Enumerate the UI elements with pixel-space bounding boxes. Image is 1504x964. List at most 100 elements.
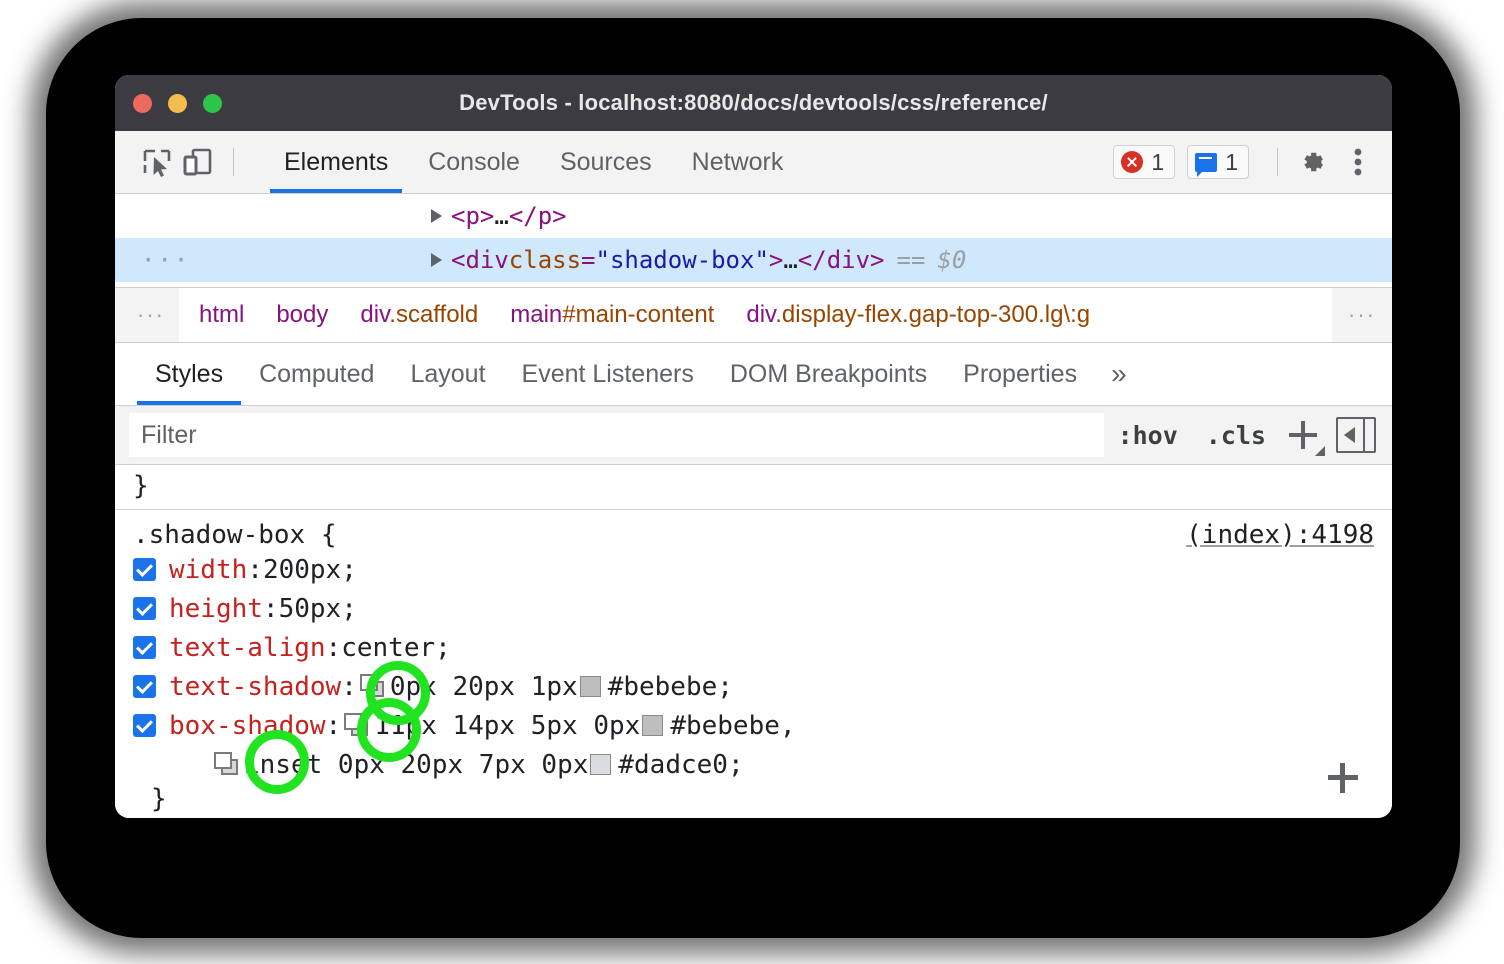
title-bar: DevTools - localhost:8080/docs/devtools/… [115,75,1392,131]
breadcrumb-item-body[interactable]: body [260,301,344,329]
color-swatch[interactable] [580,676,601,697]
breadcrumb-tag: body [276,301,328,328]
dom-open-suffix: > [769,238,783,282]
css-property-name[interactable]: text-align [169,633,326,663]
breadcrumb-leading-dots[interactable]: ··· [115,302,179,328]
device-toolbar-icon[interactable] [177,142,217,182]
css-property-value-prefix[interactable]: 0px 20px 1px [390,672,578,702]
filter-input[interactable] [129,413,1104,457]
declaration-enabled-checkbox[interactable] [133,675,156,698]
inspect-element-icon[interactable] [137,142,177,182]
css-declaration-width: width: 200px; [133,550,1392,589]
shadow-editor-icon[interactable] [360,674,387,699]
css-colon: : [326,711,342,741]
css-property-value[interactable]: center; [341,633,451,663]
declaration-enabled-checkbox[interactable] [133,558,156,581]
css-colon: : [263,594,279,624]
breadcrumb-item-main-content[interactable]: main#main-content [494,301,730,329]
css-property-value-prefix[interactable]: inset 0px 20px 7px 0px [244,750,588,780]
breadcrumb-item-div-scaffold[interactable]: div.scaffold [344,301,494,329]
toggle-sidebar-button[interactable] [1336,417,1376,453]
dom-tree-row-shadow-box[interactable]: ··· <div class="shadow-box">…</div>==$0 [115,238,1392,282]
more-tabs-chevron-icon[interactable]: » [1095,358,1143,390]
declaration-enabled-checkbox[interactable] [133,597,156,620]
kebab-menu-icon[interactable] [1338,142,1378,182]
breadcrumb-sub: .scaffold [389,301,478,328]
declaration-enabled-checkbox[interactable] [133,714,156,737]
dom-open-prefix: <div [451,238,509,282]
breadcrumb-trailing-dots[interactable]: ··· [1332,288,1392,342]
add-property-button[interactable] [1320,754,1366,800]
css-property-value[interactable]: 200px; [263,555,357,585]
css-declaration-height: height: 50px; [133,589,1392,628]
tab-elements[interactable]: Elements [264,131,408,193]
css-property-value-prefix[interactable]: 11px 14px 5px 0px [374,711,640,741]
breadcrumb-items: html body div.scaffold main#main-content… [179,288,1332,342]
styles-filter-bar: :hov .cls [115,406,1392,465]
message-count-badge[interactable]: 1 [1187,145,1249,179]
shadow-editor-icon[interactable] [344,713,371,738]
tab-event-listeners[interactable]: Event Listeners [504,343,712,405]
css-property-name[interactable]: height [169,594,263,624]
tab-network[interactable]: Network [672,131,804,193]
dom-attr-value: "shadow-box" [596,238,769,282]
css-color-value[interactable]: #dadce0; [618,750,743,780]
css-selector[interactable]: .shadow-box { [133,520,337,550]
dom-equals: == [897,238,926,282]
new-style-rule-button[interactable] [1280,412,1326,458]
tab-sources[interactable]: Sources [540,131,672,193]
breadcrumb-item-div-display-flex[interactable]: div.display-flex.gap-top-300.lg\:g [730,301,1106,329]
css-declaration-text-align: text-align: center; [133,628,1392,667]
css-property-name[interactable]: width [169,555,247,585]
shadow-icon-front-square [360,674,378,691]
dom-ellipsis-div: … [783,238,797,282]
css-property-value[interactable]: 50px; [279,594,357,624]
cls-button[interactable]: .cls [1192,421,1280,450]
color-swatch[interactable] [642,715,663,736]
hov-button[interactable]: :hov [1104,421,1192,450]
css-colon: : [247,555,263,585]
new-style-rule-caret-icon [1315,446,1325,456]
css-color-value[interactable]: #bebebe, [670,711,795,741]
tab-dom-breakpoints[interactable]: DOM Breakpoints [712,343,945,405]
dom-ellipsis-p: … [494,194,508,238]
toolbar-right-actions: 1 1 [1113,142,1378,182]
error-count-badge[interactable]: 1 [1113,145,1175,179]
message-count: 1 [1225,149,1238,176]
dom-row-gutter-1[interactable]: ··· [135,238,211,282]
tab-layout[interactable]: Layout [392,343,503,405]
dom-tree-row-p[interactable]: <p>…</p> [115,194,1392,238]
sidebar-pane-tabs: Styles Computed Layout Event Listeners D… [115,343,1392,406]
css-rule-origin-link[interactable]: (index):4198 [1186,520,1374,550]
window-title: DevTools - localhost:8080/docs/devtools/… [115,90,1392,116]
declaration-enabled-checkbox[interactable] [133,636,156,659]
tab-styles[interactable]: Styles [137,343,241,405]
tab-computed[interactable]: Computed [241,343,392,405]
gear-icon[interactable] [1296,142,1336,182]
dom-attr-name: class [509,238,581,282]
breadcrumb-item-html[interactable]: html [183,301,260,329]
devtools-toolbar: Elements Console Sources Network 1 1 [115,131,1392,194]
shadow-editor-icon[interactable] [214,752,241,777]
expand-triangle-icon[interactable] [431,253,442,267]
css-rule-header: .shadow-box { (index):4198 [133,520,1392,550]
css-color-value[interactable]: #bebebe; [608,672,733,702]
css-property-name[interactable]: text-shadow [169,672,341,702]
expand-triangle-icon[interactable] [431,209,442,223]
styles-pane: } .shadow-box { (index):4198 width: 200p… [115,465,1392,818]
css-rule-shadow-box: .shadow-box { (index):4198 width: 200px;… [115,510,1392,818]
toolbar-divider [233,148,234,176]
dom-open-tag-p: <p> [451,194,494,238]
tab-properties[interactable]: Properties [945,343,1095,405]
color-swatch[interactable] [590,754,611,775]
tab-console[interactable]: Console [408,131,540,193]
dom-dollar-zero: $0 [937,238,966,282]
css-colon: : [341,672,357,702]
breadcrumb-sub: .display-flex.gap-top-300.lg\:g [775,301,1090,328]
css-property-name[interactable]: box-shadow [169,711,326,741]
dom-attr-eq: = [581,238,595,282]
css-rule-close-brace: } [133,784,1392,814]
css-declaration-box-shadow: box-shadow: 11px 14px 5px 0px #bebebe, [133,706,1392,745]
error-icon [1121,151,1143,173]
breadcrumb-tag: div [746,301,775,328]
